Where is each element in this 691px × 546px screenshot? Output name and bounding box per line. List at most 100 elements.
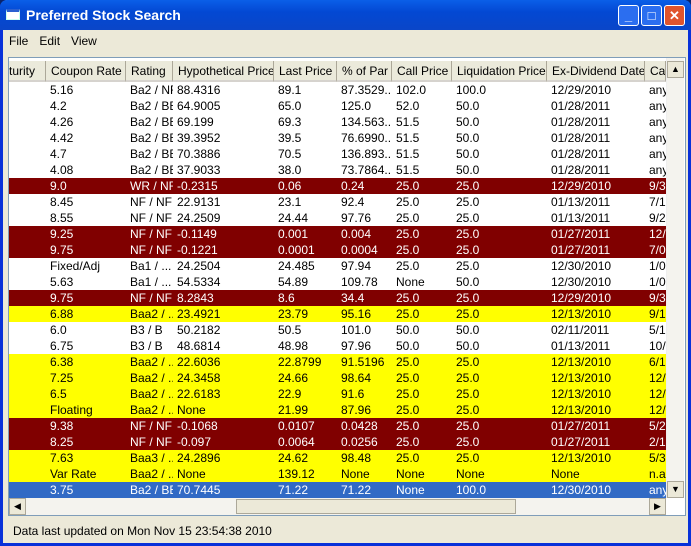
- column-header-liquidation-price[interactable]: Liquidation Price: [452, 61, 547, 82]
- cell-pct-of-par: 134.563...: [341, 115, 392, 129]
- table-row[interactable]: 4.2 Ba2 / BB 64.9005 65.0 125.0 52.0 50.0 01/28…: [9, 98, 666, 114]
- column-header-rating[interactable]: Rating: [126, 61, 173, 82]
- cell-call-price: 25.0: [396, 451, 420, 465]
- scroll-up-arrow-icon[interactable]: ▲: [667, 61, 684, 78]
- cell-call-price: 25.0: [396, 259, 420, 273]
- menu-file[interactable]: File: [3, 30, 33, 52]
- menu-view[interactable]: View: [65, 30, 102, 52]
- cell-hypothetical-price: 69.199: [177, 115, 214, 129]
- table-row[interactable]: 6.0 B3 / B 50.2182 50.5 101.0 50.0 50.0 02/11/2…: [9, 322, 666, 338]
- cell-rating: Ba2 / BB: [130, 163, 173, 177]
- cell-coupon-rate: 4.7: [50, 147, 67, 161]
- minimize-button[interactable]: _: [618, 5, 639, 26]
- column-header-maturity[interactable]: turity: [9, 61, 46, 82]
- column-header-coupon-rate[interactable]: Coupon Rate: [46, 61, 126, 82]
- column-header-call-date[interactable]: Cal: [645, 61, 666, 82]
- column-header-hypothetical-price[interactable]: Hypothetical Price: [173, 61, 274, 82]
- table-row[interactable]: 8.25 NF / NF -0.097 0.0064 0.0256 25.0 25.0 01/…: [9, 434, 666, 450]
- cell-maturity: [9, 482, 46, 498]
- column-header-last-price[interactable]: Last Price: [274, 61, 337, 82]
- cell-last-price: 38.0: [278, 163, 302, 177]
- cell-ex-dividend-date: 01/13/2011: [551, 211, 611, 225]
- cell-pct-of-par: 136.893...: [341, 147, 392, 161]
- cell-ex-dividend-date: 12/13/2010: [551, 307, 612, 321]
- cell-ex-dividend-date: 01/27/2011: [551, 243, 611, 257]
- table-row[interactable]: 6.88 Baa2 / ... 23.4921 23.79 95.16 25.0 25.0 1…: [9, 306, 666, 322]
- cell-call-price: 25.0: [396, 227, 420, 241]
- cell-call-date: any: [649, 99, 666, 113]
- cell-last-price: 48.98: [278, 339, 309, 353]
- horizontal-scrollbar[interactable]: ◀ ▶: [9, 498, 666, 515]
- title-bar: Preferred Stock Search _ □ ✕: [0, 0, 691, 30]
- table-row[interactable]: 6.38 Baa2 / ... 22.6036 22.8799 91.5196 25.0 2…: [9, 354, 666, 370]
- cell-call-price: 25.0: [396, 419, 420, 433]
- table-row[interactable]: 8.45 NF / NF 22.9131 23.1 92.4 25.0 25.0 01/13/…: [9, 194, 666, 210]
- cell-call-date: 9/3: [649, 291, 666, 305]
- cell-call-date: 12/: [649, 403, 666, 417]
- table-row[interactable]: 7.63 Baa3 / ... 24.2896 24.62 98.48 25.0 25.0 1…: [9, 450, 666, 466]
- column-header-pct-of-par[interactable]: % of Par: [337, 61, 392, 82]
- cell-hypothetical-price: -0.1221: [177, 243, 218, 257]
- cell-rating: B3 / B: [130, 339, 163, 353]
- column-header-ex-dividend-date[interactable]: Ex-Dividend Date: [547, 61, 645, 82]
- cell-call-date: 9/2: [649, 211, 666, 225]
- table-row[interactable]: 9.75 NF / NF -0.1221 0.0001 0.0004 25.0 25.0 01…: [9, 242, 666, 258]
- maximize-button[interactable]: □: [641, 5, 662, 26]
- horizontal-scroll-thumb[interactable]: [236, 499, 516, 514]
- cell-liquidation-price: 25.0: [456, 451, 480, 465]
- table-row[interactable]: 9.25 NF / NF -0.1149 0.001 0.004 25.0 25.0 01/2…: [9, 226, 666, 242]
- cell-maturity: [9, 82, 46, 98]
- table-row[interactable]: 5.63 Ba1 / ... 54.5334 54.89 109.78 None 50.0 1…: [9, 274, 666, 290]
- table-row[interactable]: 7.25 Baa2 / ... 24.3458 24.66 98.64 25.0 25.0 1…: [9, 370, 666, 386]
- cell-rating: WR / NF: [130, 179, 173, 193]
- cell-call-price: 25.0: [396, 291, 420, 305]
- cell-maturity: [9, 130, 46, 146]
- cell-last-price: 24.485: [278, 259, 315, 273]
- app-icon: [6, 9, 20, 20]
- table-row[interactable]: 8.55 NF / NF 24.2509 24.44 97.76 25.0 25.0 01/1…: [9, 210, 666, 226]
- cell-call-date: 5/2: [649, 419, 666, 433]
- column-header-call-price[interactable]: Call Price: [392, 61, 452, 82]
- table-row[interactable]: 6.75 B3 / B 48.6814 48.98 97.96 50.0 50.0 01/13…: [9, 338, 666, 354]
- cell-coupon-rate: 7.63: [50, 451, 74, 465]
- table-row[interactable]: Var Rate Baa2 / ... None 139.12 None None None…: [9, 466, 666, 482]
- cell-rating: Ba2 / BB: [130, 115, 173, 129]
- scroll-left-arrow-icon[interactable]: ◀: [9, 498, 26, 515]
- cell-call-price: 25.0: [396, 195, 420, 209]
- table-row[interactable]: 4.08 Ba2 / BB 37.9033 38.0 73.7864... 51.5 50.…: [9, 162, 666, 178]
- cell-pct-of-par: 97.96: [341, 339, 372, 353]
- cell-hypothetical-price: None: [177, 403, 206, 417]
- cell-maturity: [9, 450, 46, 466]
- table-row[interactable]: 6.5 Baa2 / ... 22.6183 22.9 91.6 25.0 25.0 12/1…: [9, 386, 666, 402]
- table-row[interactable]: 9.75 NF / NF 8.2843 8.6 34.4 25.0 25.0 12/29/20…: [9, 290, 666, 306]
- cell-rating: NF / NF: [130, 243, 172, 257]
- table-row[interactable]: 9.38 NF / NF -0.1068 0.0107 0.0428 25.0 25.0 01…: [9, 418, 666, 434]
- cell-call-price: 50.0: [396, 323, 420, 337]
- cell-rating: Baa2 / ...: [130, 403, 173, 417]
- cell-coupon-rate: 4.42: [50, 131, 74, 145]
- table-row[interactable]: 3.75 Ba2 / BB 70.7445 71.22 71.22 None 100.0 12…: [9, 482, 666, 498]
- cell-call-price: 25.0: [396, 387, 420, 401]
- table-row[interactable]: Floating Baa2 / ... None 21.99 87.96 25.0 25.0…: [9, 402, 666, 418]
- cell-coupon-rate: 4.26: [50, 115, 74, 129]
- close-button[interactable]: ✕: [664, 5, 685, 26]
- table-row[interactable]: 9.0 WR / NF -0.2315 0.06 0.24 25.0 25.0 12/29/2…: [9, 178, 666, 194]
- cell-call-price: 25.0: [396, 435, 420, 449]
- cell-last-price: 0.001: [278, 227, 309, 241]
- menu-edit[interactable]: Edit: [33, 30, 65, 52]
- cell-call-date: 1/0: [649, 275, 666, 289]
- cell-rating: Ba2 / NF: [130, 83, 173, 97]
- table-row[interactable]: Fixed/Adj Ba1 / ... 24.2504 24.485 97.94 25.0…: [9, 258, 666, 274]
- scroll-right-arrow-icon[interactable]: ▶: [649, 498, 666, 515]
- cell-call-price: None: [396, 467, 425, 481]
- table-row[interactable]: 4.7 Ba2 / BB 70.3886 70.5 136.893... 51.5 50.0…: [9, 146, 666, 162]
- scroll-down-arrow-icon[interactable]: ▼: [667, 481, 684, 498]
- table-row[interactable]: 5.16 Ba2 / NF 88.4316 89.1 87.3529... 102.0 10…: [9, 82, 666, 98]
- vertical-scrollbar[interactable]: ▲ ▼: [666, 58, 684, 498]
- cell-last-price: 39.5: [278, 131, 302, 145]
- cell-coupon-rate: 6.88: [50, 307, 74, 321]
- table-row[interactable]: 4.26 Ba2 / BB 69.199 69.3 134.563... 51.5 50.0…: [9, 114, 666, 130]
- table-row[interactable]: 4.42 Ba2 / BB 39.3952 39.5 76.6990... 51.5 50.…: [9, 130, 666, 146]
- cell-hypothetical-price: 24.3458: [177, 371, 221, 385]
- cell-rating: NF / NF: [130, 195, 172, 209]
